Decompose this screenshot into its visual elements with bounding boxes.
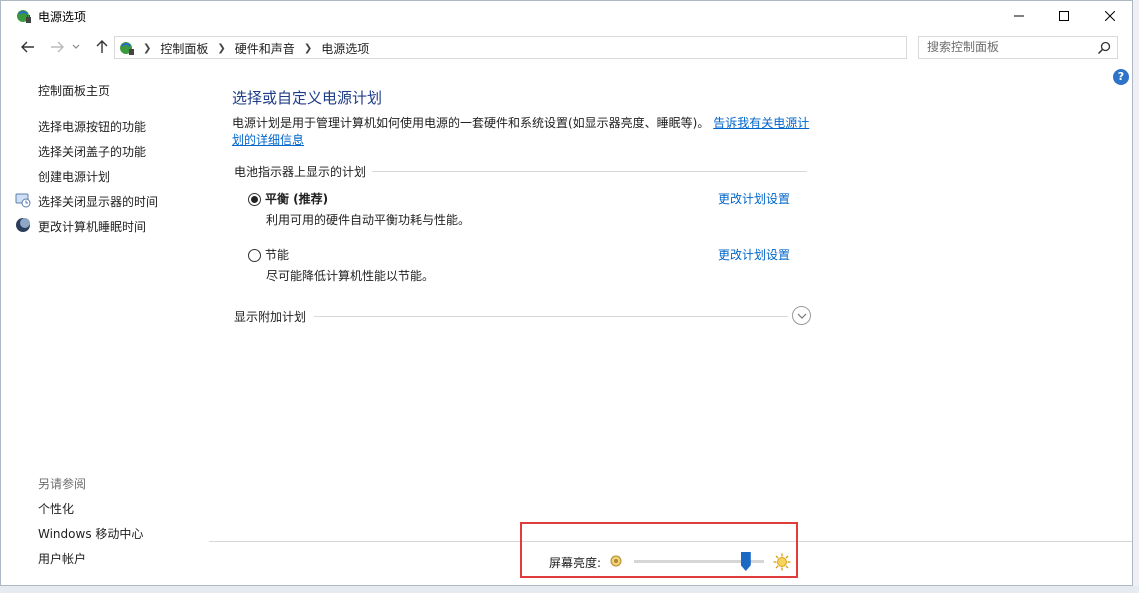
maximize-icon [1059,11,1069,21]
arrow-left-icon [21,41,34,53]
maximize-button[interactable] [1041,1,1087,31]
search-box[interactable] [918,36,1118,59]
up-button[interactable] [91,36,113,58]
control-panel-icon [120,42,134,55]
chevron-down-icon [797,313,806,319]
page-title: 选择或自定义电源计划 [232,89,383,107]
sidebar-item-display-off-time[interactable]: 选择关闭显示器的时间 [38,193,158,210]
sidebar-item-power-button[interactable]: 选择电源按钮的功能 [38,118,146,135]
group-divider [372,171,807,172]
breadcrumb-item-control-panel[interactable]: 控制面板 [160,40,208,57]
see-also-user-accounts[interactable]: 用户帐户 [38,550,86,567]
plan-power-saver-description: 尽可能降低计算机性能以节能。 [266,269,435,283]
plan-balanced-description: 利用可用的硬件自动平衡功耗与性能。 [266,213,471,227]
chevron-down-icon [72,44,80,49]
plan-power-saver-settings-link[interactable]: 更改计划设置 [718,246,790,263]
breadcrumb: ❯ 控制面板 ❯ 硬件和声音 ❯ 电源选项 [139,40,369,57]
plan-power-saver-name[interactable]: 节能 [265,246,289,263]
arrow-right-icon [51,41,64,53]
plan-power-saver-radio[interactable] [248,249,261,262]
breadcrumb-item-power-options[interactable]: 电源选项 [321,40,369,57]
window-title: 电源选项 [38,10,87,24]
breadcrumb-item-hardware-sound[interactable]: 硬件和声音 [235,40,295,57]
background-right [1133,0,1139,593]
recent-locations-button[interactable] [69,36,83,58]
see-also-personalization[interactable]: 个性化 [38,500,74,517]
help-icon[interactable]: ? [1113,69,1129,85]
search-input[interactable] [927,40,1087,54]
display-off-icon [15,193,31,208]
plan-balanced-settings-link[interactable]: 更改计划设置 [718,190,790,207]
chevron-right-icon: ❯ [217,43,226,54]
sidebar-item-control-panel-home[interactable]: 控制面板主页 [38,82,110,99]
page-description: 电源计划是用于管理计算机如何使用电源的一套硬件和系统设置(如显示器亮度、睡眠等)… [232,115,812,149]
close-button[interactable] [1087,1,1132,31]
sidebar-item-create-plan[interactable]: 创建电源计划 [38,168,110,185]
left-nav-pane [1,63,209,585]
address-path[interactable]: ❯ 控制面板 ❯ 硬件和声音 ❯ 电源选项 [114,36,1015,59]
sidebar-item-sleep-time[interactable]: 更改计算机睡眠时间 [38,218,146,235]
more-plans-divider [314,316,788,317]
more-plans-heading: 显示附加计划 [234,310,307,324]
description-text: 电源计划是用于管理计算机如何使用电源的一套硬件和系统设置(如显示器亮度、睡眠等)… [232,116,710,130]
brightness-low-icon [610,555,622,567]
plan-balanced-radio[interactable] [248,193,261,206]
minimize-button[interactable] [996,1,1042,31]
address-bar: ❯ 控制面板 ❯ 硬件和声音 ❯ 电源选项 [1,34,1132,62]
sidebar-item-lid-close[interactable]: 选择关闭盖子的功能 [38,143,146,160]
title-bar[interactable]: 电源选项 [1,1,1132,31]
brightness-high-icon [773,553,791,571]
forward-button[interactable] [46,36,68,58]
search-icon[interactable] [1097,41,1111,55]
expand-more-plans-button[interactable] [792,306,811,325]
plans-group-heading: 电池指示器上显示的计划 [234,165,367,179]
plan-balanced-name[interactable]: 平衡 (推荐) [265,190,328,207]
background-strip [0,586,1139,593]
sleep-icon [16,218,30,232]
close-icon [1105,11,1115,21]
power-options-window: 电源选项 ❯ 控制面板 ❯ 硬件和声音 ❯ 电源选项 搜索控制面板 ? 控制面板… [0,0,1133,586]
power-options-icon [17,10,31,23]
back-button[interactable] [17,36,39,58]
chevron-right-icon: ❯ [303,43,313,54]
arrow-up-icon [96,40,108,53]
brightness-label: 屏幕亮度: [549,556,602,570]
chevron-right-icon: ❯ [143,43,152,54]
see-also-heading: 另请参阅 [38,477,87,491]
minimize-icon [1014,15,1024,17]
see-also-mobility-center[interactable]: Windows 移动中心 [38,525,143,542]
